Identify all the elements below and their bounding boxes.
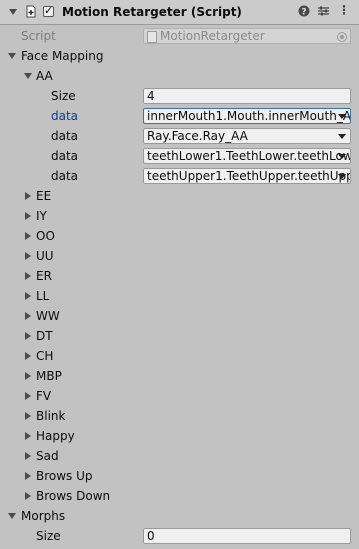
- face-mapping-foldout[interactable]: Face Mapping: [0, 46, 359, 66]
- morphs-size-row: Size 0: [0, 526, 359, 546]
- collapsed-arrow-icon[interactable]: [25, 332, 31, 340]
- aa-data-label: data: [51, 109, 79, 123]
- dropdown-arrow-icon: [338, 154, 346, 159]
- collapsed-arrow-icon[interactable]: [25, 372, 31, 380]
- aa-data-dropdown[interactable]: teethLower1.TeethLower.teethLower_AA: [143, 148, 351, 164]
- group-foldout[interactable]: CH: [0, 346, 359, 366]
- aa-size-label: Size: [51, 89, 76, 103]
- group-label: Blink: [36, 409, 66, 423]
- group-label: DT: [36, 329, 53, 343]
- dropdown-arrow-icon: [338, 134, 346, 139]
- aa-data-row: data teethUpper1.TeethUpper.teethUpper_A…: [0, 166, 359, 186]
- group-foldout[interactable]: OO: [0, 226, 359, 246]
- morphs-foldout[interactable]: Morphs: [0, 506, 359, 526]
- group-label: WW: [36, 309, 60, 323]
- collapsed-arrow-icon[interactable]: [25, 452, 31, 460]
- aa-data-value: innerMouth1.Mouth.innerMouth_AA: [147, 109, 351, 123]
- aa-data-value: Ray.Face.Ray_AA: [147, 129, 248, 143]
- collapsed-arrow-icon[interactable]: [25, 392, 31, 400]
- collapsed-arrow-icon[interactable]: [25, 292, 31, 300]
- aa-data-value: teethLower1.TeethLower.teethLower_AA: [147, 149, 351, 163]
- collapsed-arrow-icon[interactable]: [25, 272, 31, 280]
- group-label: IY: [36, 209, 47, 223]
- component-enabled-checkbox[interactable]: [43, 4, 54, 17]
- aa-size-row: Size 4: [0, 86, 359, 106]
- group-label: FV: [36, 389, 52, 403]
- group-foldout[interactable]: Blink: [0, 406, 359, 426]
- group-foldout[interactable]: Sad: [0, 446, 359, 466]
- group-foldout[interactable]: UU: [0, 246, 359, 266]
- group-foldout[interactable]: FV: [0, 386, 359, 406]
- group-aa-foldout[interactable]: AA: [0, 66, 359, 86]
- object-picker-icon: [337, 32, 347, 42]
- aa-data-value: teethUpper1.TeethUpper.teethUpper_AA: [147, 169, 351, 183]
- collapsed-arrow-icon[interactable]: [25, 232, 31, 240]
- aa-data-label: data: [51, 149, 79, 163]
- script-file-icon: [147, 31, 157, 43]
- group-foldout[interactable]: MBP: [0, 366, 359, 386]
- group-foldout[interactable]: IY: [0, 206, 359, 226]
- morphs-size-label: Size: [36, 529, 61, 543]
- group-foldout[interactable]: EE: [0, 186, 359, 206]
- aa-data-label: data: [51, 169, 79, 183]
- group-label: UU: [36, 249, 54, 263]
- face-mapping-label: Face Mapping: [21, 49, 104, 63]
- dropdown-arrow-icon: [338, 174, 346, 179]
- group-aa-label: AA: [36, 69, 53, 83]
- dropdown-arrow-icon: [338, 114, 346, 119]
- group-foldout[interactable]: DT: [0, 326, 359, 346]
- aa-data-label: data: [51, 129, 79, 143]
- help-icon[interactable]: ?: [298, 5, 310, 20]
- script-label: Script: [21, 29, 56, 43]
- face-mapping-arrow-icon[interactable]: [8, 53, 16, 59]
- morphs-size-input[interactable]: 0: [143, 528, 351, 544]
- collapsed-arrow-icon[interactable]: [25, 472, 31, 480]
- collapsed-arrow-icon[interactable]: [25, 412, 31, 420]
- collapsed-arrow-icon[interactable]: [25, 352, 31, 360]
- script-value: MotionRetargeter: [160, 29, 265, 43]
- component-title: Motion Retargeter (Script): [62, 5, 242, 19]
- aa-data-row: data Ray.Face.Ray_AA: [0, 126, 359, 146]
- preset-icon[interactable]: [317, 5, 330, 20]
- collapsed-arrow-icon[interactable]: [25, 212, 31, 220]
- collapsed-arrow-icon[interactable]: [25, 252, 31, 260]
- collapsed-arrow-icon[interactable]: [25, 192, 31, 200]
- group-label: ER: [36, 269, 52, 283]
- group-foldout[interactable]: Brows Up: [0, 466, 359, 486]
- aa-size-input[interactable]: 4: [143, 88, 351, 104]
- script-field: MotionRetargeter: [143, 28, 351, 44]
- collapsed-arrow-icon[interactable]: [25, 312, 31, 320]
- aa-data-row: data innerMouth1.Mouth.innerMouth_AA: [0, 106, 359, 126]
- component-foldout-arrow[interactable]: [9, 9, 17, 15]
- script-row: Script MotionRetargeter: [0, 26, 359, 46]
- group-label: LL: [36, 289, 50, 303]
- group-label: OO: [36, 229, 55, 243]
- group-foldout[interactable]: WW: [0, 306, 359, 326]
- group-foldout[interactable]: Brows Down: [0, 486, 359, 506]
- group-aa-arrow-icon[interactable]: [24, 73, 32, 79]
- script-icon: [25, 5, 37, 18]
- group-label: Brows Down: [36, 489, 111, 503]
- group-label: Happy: [36, 429, 75, 443]
- aa-data-dropdown[interactable]: teethUpper1.TeethUpper.teethUpper_AA: [143, 168, 351, 184]
- collapsed-arrow-icon[interactable]: [25, 432, 31, 440]
- group-foldout[interactable]: ER: [0, 266, 359, 286]
- aa-data-dropdown[interactable]: Ray.Face.Ray_AA: [143, 128, 351, 144]
- group-label: EE: [36, 189, 52, 203]
- group-foldout[interactable]: Happy: [0, 426, 359, 446]
- context-menu-icon[interactable]: ⋮: [338, 3, 350, 17]
- group-foldout[interactable]: LL: [0, 286, 359, 306]
- component-header: Motion Retargeter (Script) ? ⋮: [0, 0, 359, 25]
- group-label: CH: [36, 349, 54, 363]
- group-label: Brows Up: [36, 469, 93, 483]
- aa-data-dropdown[interactable]: innerMouth1.Mouth.innerMouth_AA: [143, 108, 351, 124]
- svg-text:?: ?: [301, 8, 306, 18]
- morphs-label: Morphs: [21, 509, 66, 523]
- group-label: MBP: [36, 369, 62, 383]
- group-label: Sad: [36, 449, 59, 463]
- aa-data-row: data teethLower1.TeethLower.teethLower_A…: [0, 146, 359, 166]
- collapsed-arrow-icon[interactable]: [25, 492, 31, 500]
- morphs-arrow-icon[interactable]: [8, 513, 16, 519]
